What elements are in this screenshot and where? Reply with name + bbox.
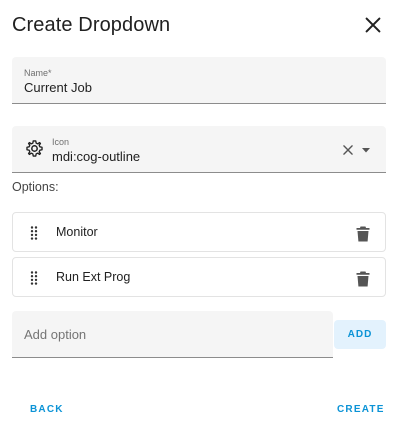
option-label: Monitor xyxy=(56,225,98,239)
chevron-down-icon[interactable] xyxy=(360,144,372,156)
icon-field[interactable]: Icon mdi:cog-outline xyxy=(12,126,386,173)
add-option-field[interactable]: Add option xyxy=(12,311,333,358)
option-item: Monitor xyxy=(12,212,386,252)
drag-handle-icon[interactable] xyxy=(30,226,42,240)
delete-icon[interactable] xyxy=(356,271,370,287)
dialog-title: Create Dropdown xyxy=(12,14,171,36)
option-label: Run Ext Prog xyxy=(56,270,131,284)
icon-field-label: Icon xyxy=(52,137,70,147)
close-icon[interactable] xyxy=(362,14,384,36)
options-label: Options: xyxy=(12,180,59,194)
add-option-button[interactable]: ADD xyxy=(334,320,386,349)
option-item: Run Ext Prog xyxy=(12,257,386,297)
name-field[interactable]: Name* Current Job xyxy=(12,57,386,104)
create-button[interactable]: CREATE xyxy=(337,404,385,415)
name-field-value: Current Job xyxy=(24,80,92,95)
drag-handle-icon[interactable] xyxy=(30,271,42,285)
clear-icon[interactable] xyxy=(341,143,355,157)
create-dropdown-dialog: Create Dropdown Name* Current Job Icon m… xyxy=(0,0,400,427)
name-field-label: Name* xyxy=(24,68,52,78)
cog-outline-icon xyxy=(26,140,43,157)
delete-icon[interactable] xyxy=(356,226,370,242)
add-option-placeholder: Add option xyxy=(24,327,87,342)
back-button[interactable]: BACK xyxy=(30,404,64,415)
icon-field-value: mdi:cog-outline xyxy=(52,149,141,164)
